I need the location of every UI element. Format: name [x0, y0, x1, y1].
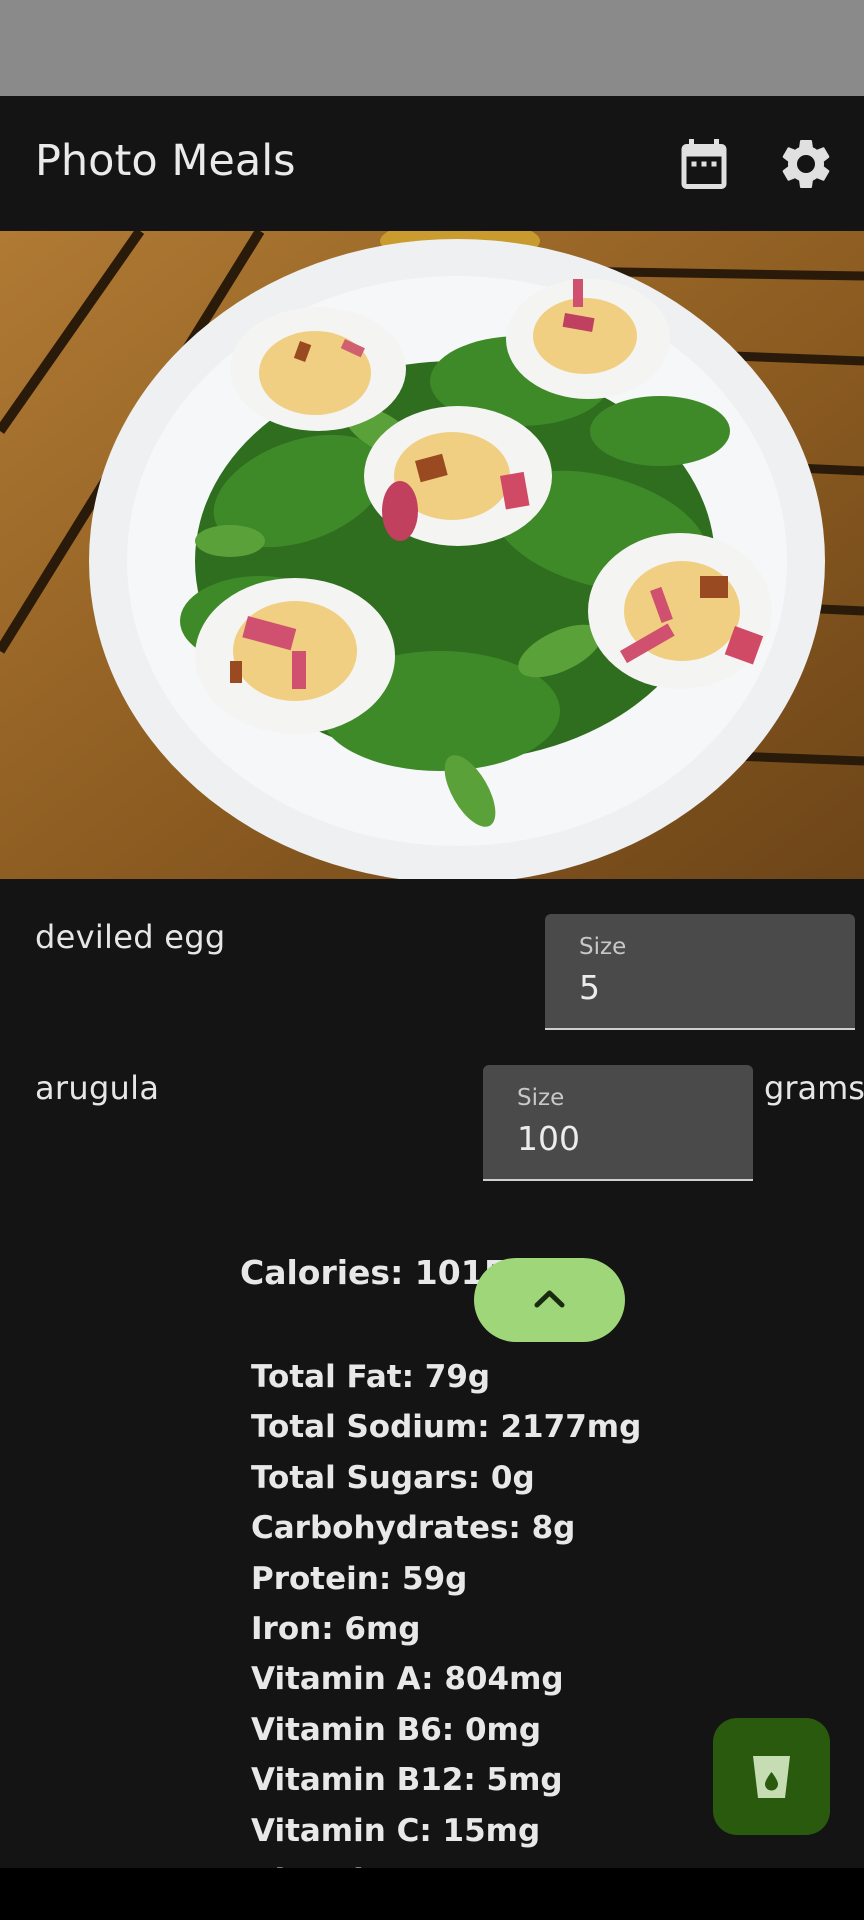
size-field-label: Size [517, 1085, 565, 1111]
gear-icon [782, 139, 830, 188]
app-bar: Photo Meals [0, 96, 864, 231]
nutrient-iron: Iron: 6mg [251, 1610, 421, 1647]
meal-photo[interactable] [0, 231, 864, 879]
nutrient-vitamin-b6: Vitamin B6: 0mg [251, 1711, 542, 1748]
app-title: Photo Meals [35, 136, 296, 186]
calendar-button[interactable] [674, 134, 734, 194]
food-name-arugula: arugula [35, 1069, 160, 1107]
chevron-up-icon [534, 1290, 565, 1308]
size-field-value: 100 [517, 1119, 580, 1158]
nutrient-total-sodium: Total Sodium: 2177mg [251, 1409, 642, 1446]
meal-photo-image [0, 231, 864, 879]
nutrient-protein: Protein: 59g [251, 1560, 468, 1597]
add-water-button[interactable] [713, 1718, 830, 1835]
collapse-button[interactable] [474, 1258, 625, 1342]
nutrient-vitamin-a: Vitamin A: 804mg [251, 1661, 564, 1698]
nutrient-total-sugars: Total Sugars: 0g [251, 1459, 535, 1496]
nutrient-list: Total Fat: 79g Total Sodium: 2177mg Tota… [251, 1352, 771, 1872]
nutrient-total-fat: Total Fat: 79g [251, 1359, 491, 1395]
calendar-icon [681, 139, 727, 189]
status-bar [0, 0, 864, 96]
calories-total: Calories: 1015 [240, 1253, 507, 1292]
nutrient-carbohydrates: Carbohydrates: 8g [251, 1510, 576, 1547]
size-field-value: 5 [579, 968, 600, 1007]
water-glass-icon [753, 1756, 790, 1798]
arugula-unit-label: grams [764, 1069, 864, 1107]
arugula-size-field[interactable]: Size 100 [483, 1065, 753, 1181]
food-name-deviled-egg: deviled egg [35, 918, 226, 956]
nutrient-vitamin-c: Vitamin C: 15mg [251, 1812, 541, 1849]
size-field-label: Size [579, 934, 627, 960]
system-navigation-bar [0, 1868, 864, 1920]
settings-button[interactable] [776, 134, 836, 194]
deviled-egg-size-field[interactable]: Size 5 [545, 914, 855, 1030]
nutrient-vitamin-b12: Vitamin B12: 5mg [251, 1762, 563, 1799]
